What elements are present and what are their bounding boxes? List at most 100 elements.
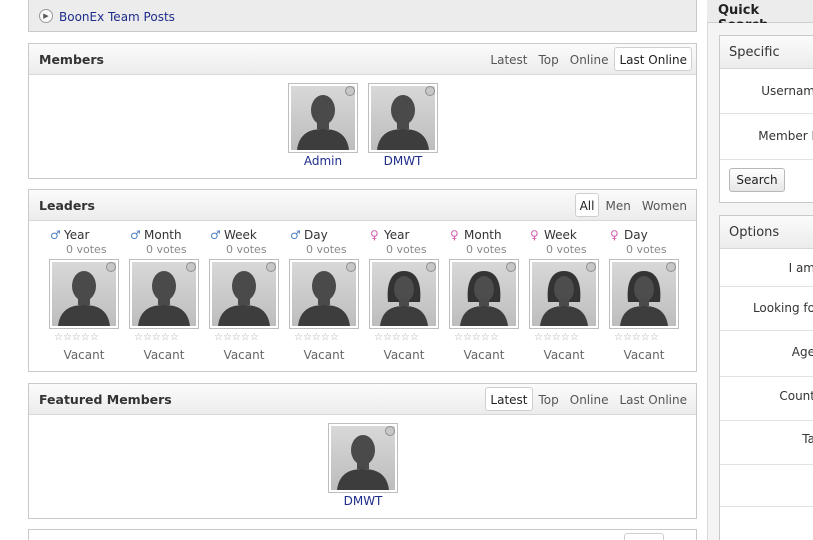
i-am-label: I am bbox=[788, 261, 813, 275]
leader-period: ♀ Month bbox=[450, 228, 502, 242]
status-dot-icon bbox=[385, 426, 395, 436]
quick-search-column: Specific Usernam Member I Search Options… bbox=[707, 23, 813, 540]
members-tab-last-online[interactable]: Last Online bbox=[614, 47, 692, 71]
featured-tab-top[interactable]: Top bbox=[534, 387, 564, 411]
status-dot-icon bbox=[425, 86, 435, 96]
male-icon: ♂ bbox=[210, 228, 221, 242]
male-icon: ♂ bbox=[50, 228, 61, 242]
leader-period-label: Year bbox=[384, 228, 410, 242]
next-box-tab[interactable] bbox=[624, 533, 664, 540]
leader-period: ♀ Day bbox=[610, 228, 648, 242]
rating-stars-icon[interactable]: ☆☆☆☆☆ bbox=[294, 332, 339, 343]
leader-period: ♂ Month bbox=[130, 228, 182, 242]
leader-avatar[interactable] bbox=[209, 259, 279, 329]
featured-name-dmwt[interactable]: DMWT bbox=[318, 494, 408, 508]
tags-label: Ta bbox=[802, 432, 813, 446]
boonex-team-posts-link[interactable]: BoonEx Team Posts bbox=[59, 10, 175, 24]
country-row: Count bbox=[720, 377, 813, 421]
status-dot-icon bbox=[266, 262, 276, 272]
leader-avatar[interactable] bbox=[129, 259, 199, 329]
female-icon: ♀ bbox=[610, 228, 619, 242]
leader-period: ♂ Week bbox=[210, 228, 257, 242]
leaders-title: Leaders bbox=[39, 198, 95, 213]
female-icon: ♀ bbox=[530, 228, 539, 242]
leaders-tab-men[interactable]: Men bbox=[600, 193, 635, 217]
leaders-tab-women[interactable]: Women bbox=[637, 193, 692, 217]
status-dot-icon bbox=[506, 262, 516, 272]
featured-title: Featured Members bbox=[39, 392, 172, 407]
leader-period-label: Week bbox=[544, 228, 577, 242]
leaders-tab-all[interactable]: All bbox=[574, 193, 600, 217]
tags-row: Ta bbox=[720, 421, 813, 465]
leader-name: Vacant bbox=[383, 348, 425, 362]
leader-period-label: Day bbox=[624, 228, 648, 242]
options-title: Options bbox=[729, 225, 780, 240]
leader-period-label: Year bbox=[64, 228, 90, 242]
member-name-admin[interactable]: Admin bbox=[278, 154, 368, 168]
next-box bbox=[28, 529, 697, 540]
member-id-label: Member I bbox=[758, 129, 813, 143]
looking-for-row: Looking fo bbox=[720, 287, 813, 331]
leader-avatar[interactable] bbox=[49, 259, 119, 329]
team-posts-bar: ▶ BoonEx Team Posts bbox=[28, 0, 697, 32]
featured-tab-online[interactable]: Online bbox=[565, 387, 614, 411]
members-tab-online[interactable]: Online bbox=[565, 47, 614, 71]
leader-avatar[interactable] bbox=[609, 259, 679, 329]
search-button[interactable]: Search bbox=[729, 168, 785, 192]
leader-avatar[interactable] bbox=[529, 259, 599, 329]
leader-votes: 0 votes bbox=[306, 243, 347, 256]
leader-period: ♀ Week bbox=[530, 228, 577, 242]
age-row: Age bbox=[720, 331, 813, 377]
username-label: Usernam bbox=[761, 84, 813, 98]
rating-stars-icon[interactable]: ☆☆☆☆☆ bbox=[134, 332, 179, 343]
leader-period-label: Month bbox=[144, 228, 182, 242]
username-row: Usernam bbox=[720, 69, 813, 114]
male-icon: ♂ bbox=[290, 228, 301, 242]
members-box: Members Latest Top Online Last Online Ad… bbox=[28, 43, 697, 179]
member-id-row: Member I bbox=[720, 114, 813, 160]
featured-avatar-dmwt[interactable] bbox=[328, 423, 398, 493]
member-name-dmwt[interactable]: DMWT bbox=[358, 154, 448, 168]
featured-tab-latest[interactable]: Latest bbox=[485, 387, 533, 411]
options-header: Options bbox=[720, 216, 813, 249]
i-am-row: I am bbox=[720, 249, 813, 287]
rating-stars-icon[interactable]: ☆☆☆☆☆ bbox=[54, 332, 99, 343]
leader-votes: 0 votes bbox=[226, 243, 267, 256]
leader-votes: 0 votes bbox=[66, 243, 107, 256]
leader-votes: 0 votes bbox=[386, 243, 427, 256]
featured-tab-last-online[interactable]: Last Online bbox=[614, 387, 692, 411]
leader-name: Vacant bbox=[143, 348, 185, 362]
members-tabs: Latest Top Online Last Online bbox=[484, 47, 692, 71]
male-icon: ♂ bbox=[130, 228, 141, 242]
status-dot-icon bbox=[426, 262, 436, 272]
specific-panel: Specific Usernam Member I Search bbox=[719, 35, 813, 203]
specific-header: Specific bbox=[720, 36, 813, 69]
rating-stars-icon[interactable]: ☆☆☆☆☆ bbox=[374, 332, 419, 343]
leaders-header: Leaders All Men Women bbox=[29, 190, 696, 221]
rating-stars-icon[interactable]: ☆☆☆☆☆ bbox=[454, 332, 499, 343]
leader-period-label: Week bbox=[224, 228, 257, 242]
featured-header: Featured Members Latest Top Online Last … bbox=[29, 384, 696, 415]
members-title: Members bbox=[39, 52, 104, 67]
leader-avatar[interactable] bbox=[289, 259, 359, 329]
female-icon: ♀ bbox=[370, 228, 379, 242]
leader-name: Vacant bbox=[543, 348, 585, 362]
female-icon: ♀ bbox=[450, 228, 459, 242]
leader-name: Vacant bbox=[223, 348, 265, 362]
members-header: Members Latest Top Online Last Online bbox=[29, 44, 696, 75]
leader-avatar[interactable] bbox=[369, 259, 439, 329]
leader-period: ♀ Year bbox=[370, 228, 409, 242]
rating-stars-icon[interactable]: ☆☆☆☆☆ bbox=[614, 332, 659, 343]
rating-stars-icon[interactable]: ☆☆☆☆☆ bbox=[534, 332, 579, 343]
options-row-7 bbox=[720, 507, 813, 540]
members-tab-latest[interactable]: Latest bbox=[485, 47, 532, 71]
rating-stars-icon[interactable]: ☆☆☆☆☆ bbox=[214, 332, 259, 343]
status-dot-icon bbox=[586, 262, 596, 272]
leader-votes: 0 votes bbox=[546, 243, 587, 256]
leader-avatar[interactable] bbox=[449, 259, 519, 329]
specific-title: Specific bbox=[729, 45, 780, 60]
leader-period: ♂ Day bbox=[290, 228, 328, 242]
members-tab-top[interactable]: Top bbox=[534, 47, 564, 71]
member-avatar-dmwt[interactable] bbox=[368, 83, 438, 153]
member-avatar-admin[interactable] bbox=[288, 83, 358, 153]
